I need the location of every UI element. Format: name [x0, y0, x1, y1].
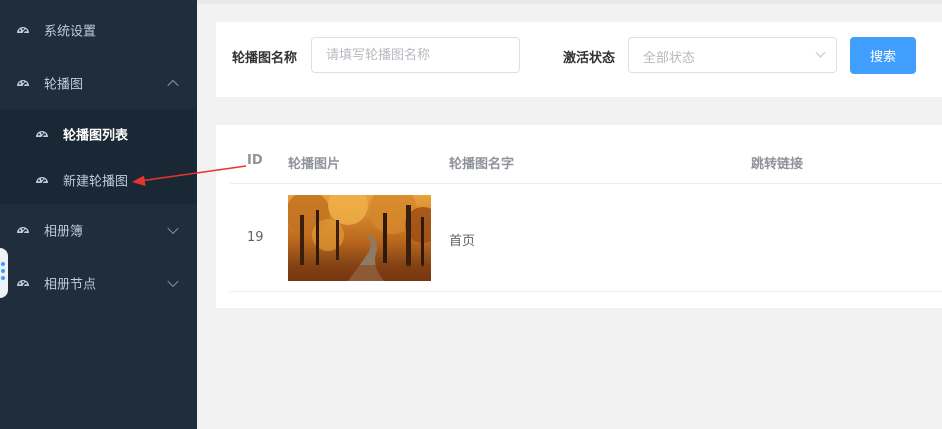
sidebar-item-album[interactable]: 相册簿 [0, 205, 197, 255]
sidebar-item-label: 相册节点 [44, 277, 97, 293]
dashboard-icon [16, 223, 30, 237]
dashboard-icon [35, 173, 49, 187]
sidebar-item-carousel[interactable]: 轮播图 [0, 58, 197, 108]
sidebar-item-label: 系统设置 [44, 24, 97, 40]
cell-id: 19 [247, 230, 264, 245]
dashboard-icon [16, 276, 30, 290]
table-header-divider [230, 183, 942, 184]
sidebar-item-new-carousel[interactable]: 新建轮播图 [0, 155, 197, 205]
status-filter-label: 激活状态 [563, 51, 616, 66]
table-row-divider [230, 291, 942, 292]
sidebar-collapse-handle[interactable] [0, 248, 8, 298]
column-header-link: 跳转链接 [751, 157, 804, 172]
dashboard-icon [16, 23, 30, 37]
sidebar-item-system-settings[interactable]: 系统设置 [0, 5, 197, 55]
status-select[interactable]: 全部状态 [628, 37, 837, 73]
column-header-id: ID [247, 153, 263, 168]
column-header-name: 轮播图名字 [449, 157, 515, 172]
sidebar: 系统设置 轮播图 轮播图列表 新建轮播图 相册簿 相册节点 [0, 0, 197, 429]
sidebar-item-label: 相册簿 [44, 224, 84, 240]
dashboard-icon [16, 76, 30, 90]
cell-name: 首页 [449, 234, 476, 249]
name-filter-label: 轮播图名称 [232, 51, 298, 66]
chevron-down-icon [167, 222, 179, 235]
chevron-up-icon [167, 79, 179, 92]
carousel-thumbnail [288, 195, 431, 281]
chevron-down-icon [167, 275, 179, 288]
sidebar-submenu: 轮播图列表 新建轮播图 [0, 109, 197, 204]
sidebar-item-carousel-list[interactable]: 轮播图列表 [0, 109, 197, 159]
header-divider [197, 0, 942, 4]
sidebar-item-label: 新建轮播图 [63, 174, 129, 190]
sidebar-item-label: 轮播图 [44, 77, 84, 93]
column-header-image: 轮播图片 [288, 157, 341, 172]
name-search-input[interactable] [311, 37, 520, 73]
search-button[interactable]: 搜索 [850, 37, 916, 74]
chevron-down-icon [815, 47, 826, 58]
sidebar-item-label: 轮播图列表 [63, 128, 129, 144]
status-select-value: 全部状态 [643, 51, 696, 66]
dashboard-icon [35, 127, 49, 141]
sidebar-item-album-node[interactable]: 相册节点 [0, 258, 197, 308]
